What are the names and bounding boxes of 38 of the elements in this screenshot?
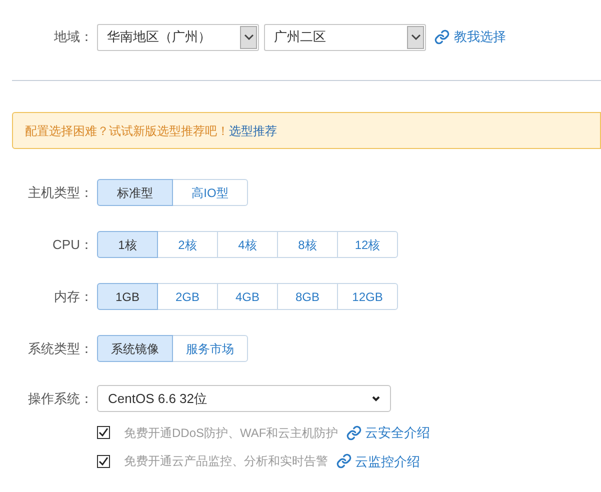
option-button[interactable]: 12GB xyxy=(337,283,398,310)
caret-icon xyxy=(244,34,254,40)
help-link[interactable]: 教我选择 xyxy=(434,27,506,47)
link-icon xyxy=(346,424,362,441)
link-icon xyxy=(434,29,450,45)
option-label: CPU： xyxy=(52,236,94,254)
option-button[interactable]: 服务市场 xyxy=(172,335,248,362)
option-button[interactable]: 12核 xyxy=(337,231,398,258)
checkbox[interactable] xyxy=(97,454,110,468)
option-button[interactable]: 2GB xyxy=(157,283,218,310)
option-button[interactable]: 高IO型 xyxy=(172,179,248,206)
region-select[interactable]: 华南地区（广州） xyxy=(97,24,259,50)
region-select[interactable]: 广州二区 xyxy=(264,24,426,50)
option-label: 内存： xyxy=(53,288,94,306)
option-button[interactable]: 4GB xyxy=(217,283,278,310)
option-button[interactable]: 8GB xyxy=(277,283,338,310)
option-label: 主机类型： xyxy=(27,184,94,202)
service-label: 免费开通云产品监控、分析和实时告警 xyxy=(124,453,328,470)
option-button[interactable]: 8核 xyxy=(277,231,338,258)
notice-text: 配置选择困难？试试新版选型推荐吧！ xyxy=(25,122,229,140)
region-label: 地域： xyxy=(53,28,94,46)
link-icon xyxy=(336,453,352,470)
option-button[interactable]: 系统镜像 xyxy=(97,335,173,362)
option-button[interactable]: 标准型 xyxy=(97,179,173,206)
option-label: 系统类型： xyxy=(27,340,94,358)
service-link[interactable]: 云监控介绍 xyxy=(336,452,420,471)
service-label: 免费开通DDoS防护、WAF和云主机防护 xyxy=(124,424,338,442)
option-button[interactable]: 2核 xyxy=(157,231,218,258)
option-button[interactable]: 1GB xyxy=(97,283,158,310)
option-button[interactable]: 4核 xyxy=(217,231,278,258)
notice-link[interactable]: 选型推荐 xyxy=(229,122,277,140)
os-select[interactable]: CentOS 6.6 32位 xyxy=(97,385,391,412)
service-link[interactable]: 云安全介绍 xyxy=(346,423,430,442)
caret-icon xyxy=(372,396,380,402)
checkbox[interactable] xyxy=(97,426,110,440)
os-label: 操作系统： xyxy=(27,390,94,408)
option-button[interactable]: 1核 xyxy=(97,231,158,258)
caret-icon xyxy=(410,34,420,40)
